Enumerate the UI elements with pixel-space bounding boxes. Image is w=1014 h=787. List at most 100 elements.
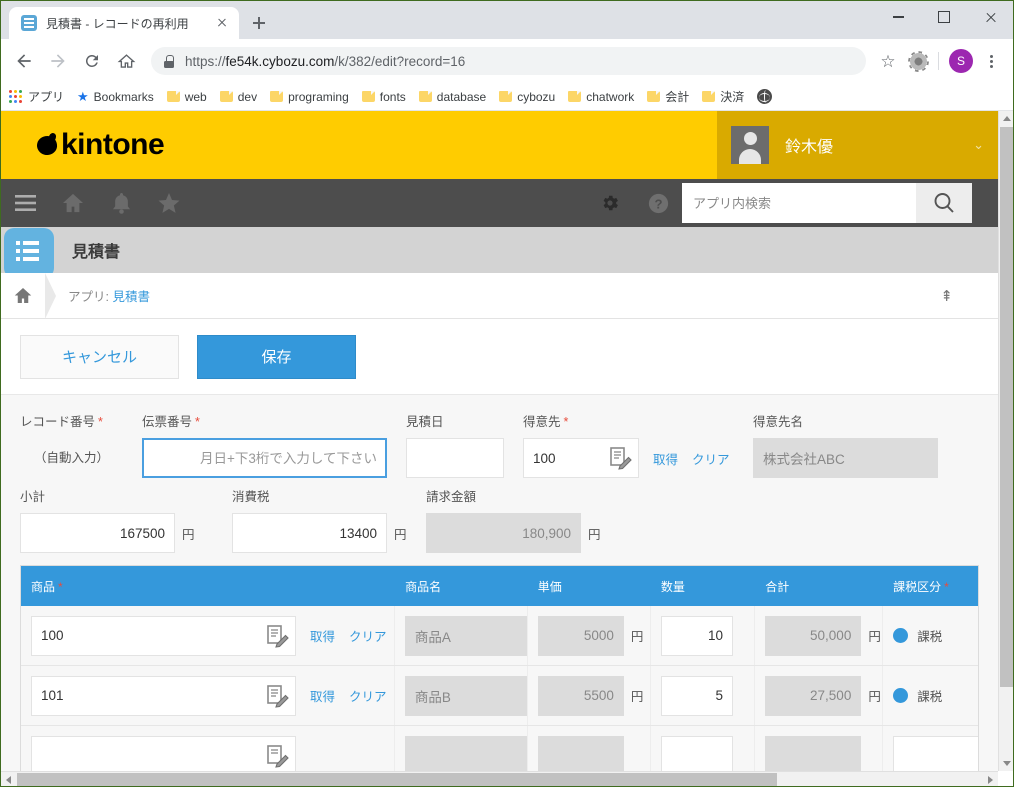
cell-product: 取得 クリア — [21, 666, 395, 725]
folder-icon — [166, 91, 180, 102]
customer-lookup-clear-link[interactable]: クリア — [692, 449, 730, 468]
row-tax-type-input[interactable] — [893, 735, 979, 771]
forward-button[interactable] — [43, 46, 73, 76]
cell-tax-type: 課税 — [883, 666, 978, 725]
cell-total: 円 — [755, 666, 884, 725]
extension-icon[interactable] — [904, 47, 932, 75]
new-tab-button[interactable] — [245, 9, 273, 37]
kintone-logo[interactable]: kintone — [37, 128, 165, 162]
browser-tab[interactable]: 見積書 - レコードの再利用 — [9, 7, 239, 39]
row-total-input — [765, 615, 862, 656]
row-lookup-get-link[interactable]: 取得 — [310, 686, 335, 705]
tax-input[interactable] — [232, 513, 387, 553]
scroll-down-arrow[interactable] — [999, 756, 1013, 771]
subtotal-input[interactable] — [20, 513, 175, 553]
row-lookup-get-link[interactable]: 取得 — [310, 626, 335, 645]
tab-strip: 見積書 - レコードの再利用 — [1, 1, 1013, 39]
row-lookup-clear-link[interactable]: クリア — [349, 686, 387, 705]
row-total-input — [765, 675, 862, 716]
profile-initial: S — [949, 49, 973, 73]
profile-avatar[interactable]: S — [947, 47, 975, 75]
slip-number-input[interactable] — [142, 438, 387, 478]
back-button[interactable] — [9, 46, 39, 76]
scroll-right-arrow[interactable] — [983, 772, 998, 786]
row-product-code-input[interactable] — [31, 735, 296, 771]
search-input[interactable] — [682, 183, 916, 223]
bookmark-fonts[interactable]: fonts — [361, 90, 406, 104]
bookmark-kessai[interactable]: 決済 — [702, 88, 744, 105]
help-icon[interactable]: ? — [634, 179, 682, 227]
field-label: 請求金額 — [426, 490, 477, 504]
tab-close-icon[interactable] — [213, 14, 231, 32]
table-row — [21, 726, 979, 771]
bookmark-label: chatwork — [586, 89, 635, 104]
url-text: https://fe54k.cybozu.com/k/382/edit?reco… — [185, 54, 465, 69]
row-product-code-input[interactable] — [31, 615, 296, 656]
lookup-icon[interactable] — [265, 744, 289, 768]
bookmark-bookmarks[interactable]: ★ Bookmarks — [77, 89, 154, 105]
pin-icon[interactable]: ⇞ — [940, 287, 953, 305]
star-icon[interactable] — [145, 179, 193, 227]
gear-icon[interactable] — [586, 179, 634, 227]
customer-lookup-get-link[interactable]: 取得 — [653, 449, 678, 468]
required-marker: * — [195, 415, 200, 429]
home-icon[interactable] — [49, 179, 97, 227]
scroll-up-arrow[interactable] — [999, 111, 1013, 126]
menu-icon[interactable] — [1, 179, 49, 227]
quote-date-input[interactable] — [406, 438, 504, 478]
lookup-icon[interactable] — [608, 446, 632, 470]
row-lookup-clear-link[interactable]: クリア — [349, 626, 387, 645]
subtotal-unit: 円 — [182, 527, 195, 542]
cancel-button[interactable]: キャンセル — [20, 334, 179, 379]
row-quantity-input[interactable] — [661, 735, 734, 771]
search-button[interactable] — [916, 183, 972, 223]
lookup-icon[interactable] — [265, 624, 289, 648]
vertical-scrollbar[interactable] — [998, 111, 1013, 771]
row-tax-type-label: 課税 — [917, 690, 943, 704]
bell-icon[interactable] — [97, 179, 145, 227]
minimize-button[interactable] — [875, 1, 921, 33]
bookmark-cybozu[interactable]: cybozu — [499, 90, 555, 104]
required-marker: * — [563, 415, 569, 429]
bookmark-database[interactable]: database — [418, 90, 486, 104]
bookmark-web[interactable]: web — [166, 90, 207, 104]
bookmark-label: 決済 — [720, 90, 745, 104]
bookmark-dev[interactable]: dev — [219, 90, 257, 104]
breadcrumb-home-icon[interactable] — [1, 287, 45, 304]
bookmark-chatwork[interactable]: chatwork — [568, 90, 634, 104]
column-header-total: 合計 — [765, 579, 790, 594]
scroll-left-arrow[interactable] — [1, 772, 16, 786]
reload-button[interactable] — [77, 46, 107, 76]
chrome-menu-button[interactable] — [977, 47, 1005, 75]
bookmark-globe[interactable] — [757, 89, 773, 104]
address-bar[interactable]: https://fe54k.cybozu.com/k/382/edit?reco… — [151, 47, 866, 75]
home-button[interactable] — [111, 46, 141, 76]
radio-selected-icon[interactable] — [893, 688, 909, 703]
horizontal-scrollbar[interactable] — [1, 771, 998, 786]
close-window-button[interactable] — [967, 1, 1013, 33]
save-button[interactable]: 保存 — [197, 334, 356, 379]
bookmark-kaikei[interactable]: 会計 — [647, 88, 689, 105]
required-marker: * — [944, 579, 949, 594]
horizontal-scroll-thumb[interactable] — [17, 773, 777, 786]
row-quantity-input[interactable] — [661, 615, 734, 656]
browser-toolbar: https://fe54k.cybozu.com/k/382/edit?reco… — [1, 39, 1013, 83]
row-product-code-input[interactable] — [31, 675, 296, 716]
radio-selected-icon[interactable] — [893, 628, 909, 643]
field-billing-amount: 請求金額 円 — [426, 486, 626, 553]
user-menu[interactable]: 鈴木優 ⌄ — [717, 111, 998, 179]
vertical-scroll-thumb[interactable] — [1000, 127, 1013, 687]
folder-icon — [702, 91, 716, 102]
bookmark-apps[interactable]: アプリ — [9, 88, 64, 105]
lookup-icon[interactable] — [265, 684, 289, 708]
row-quantity-input[interactable] — [661, 675, 734, 716]
breadcrumb-text: アプリ: 見積書 — [68, 286, 150, 305]
breadcrumb-app-link[interactable]: 見積書 — [112, 290, 150, 304]
label-text: 得意先 — [523, 415, 561, 429]
cell-product-name — [395, 726, 528, 771]
window-controls — [875, 1, 1013, 33]
app-name: 見積書 — [72, 244, 121, 261]
bookmark-programing[interactable]: programing — [270, 90, 349, 104]
bookmark-star-icon[interactable]: ☆ — [874, 47, 902, 75]
maximize-button[interactable] — [921, 1, 967, 33]
